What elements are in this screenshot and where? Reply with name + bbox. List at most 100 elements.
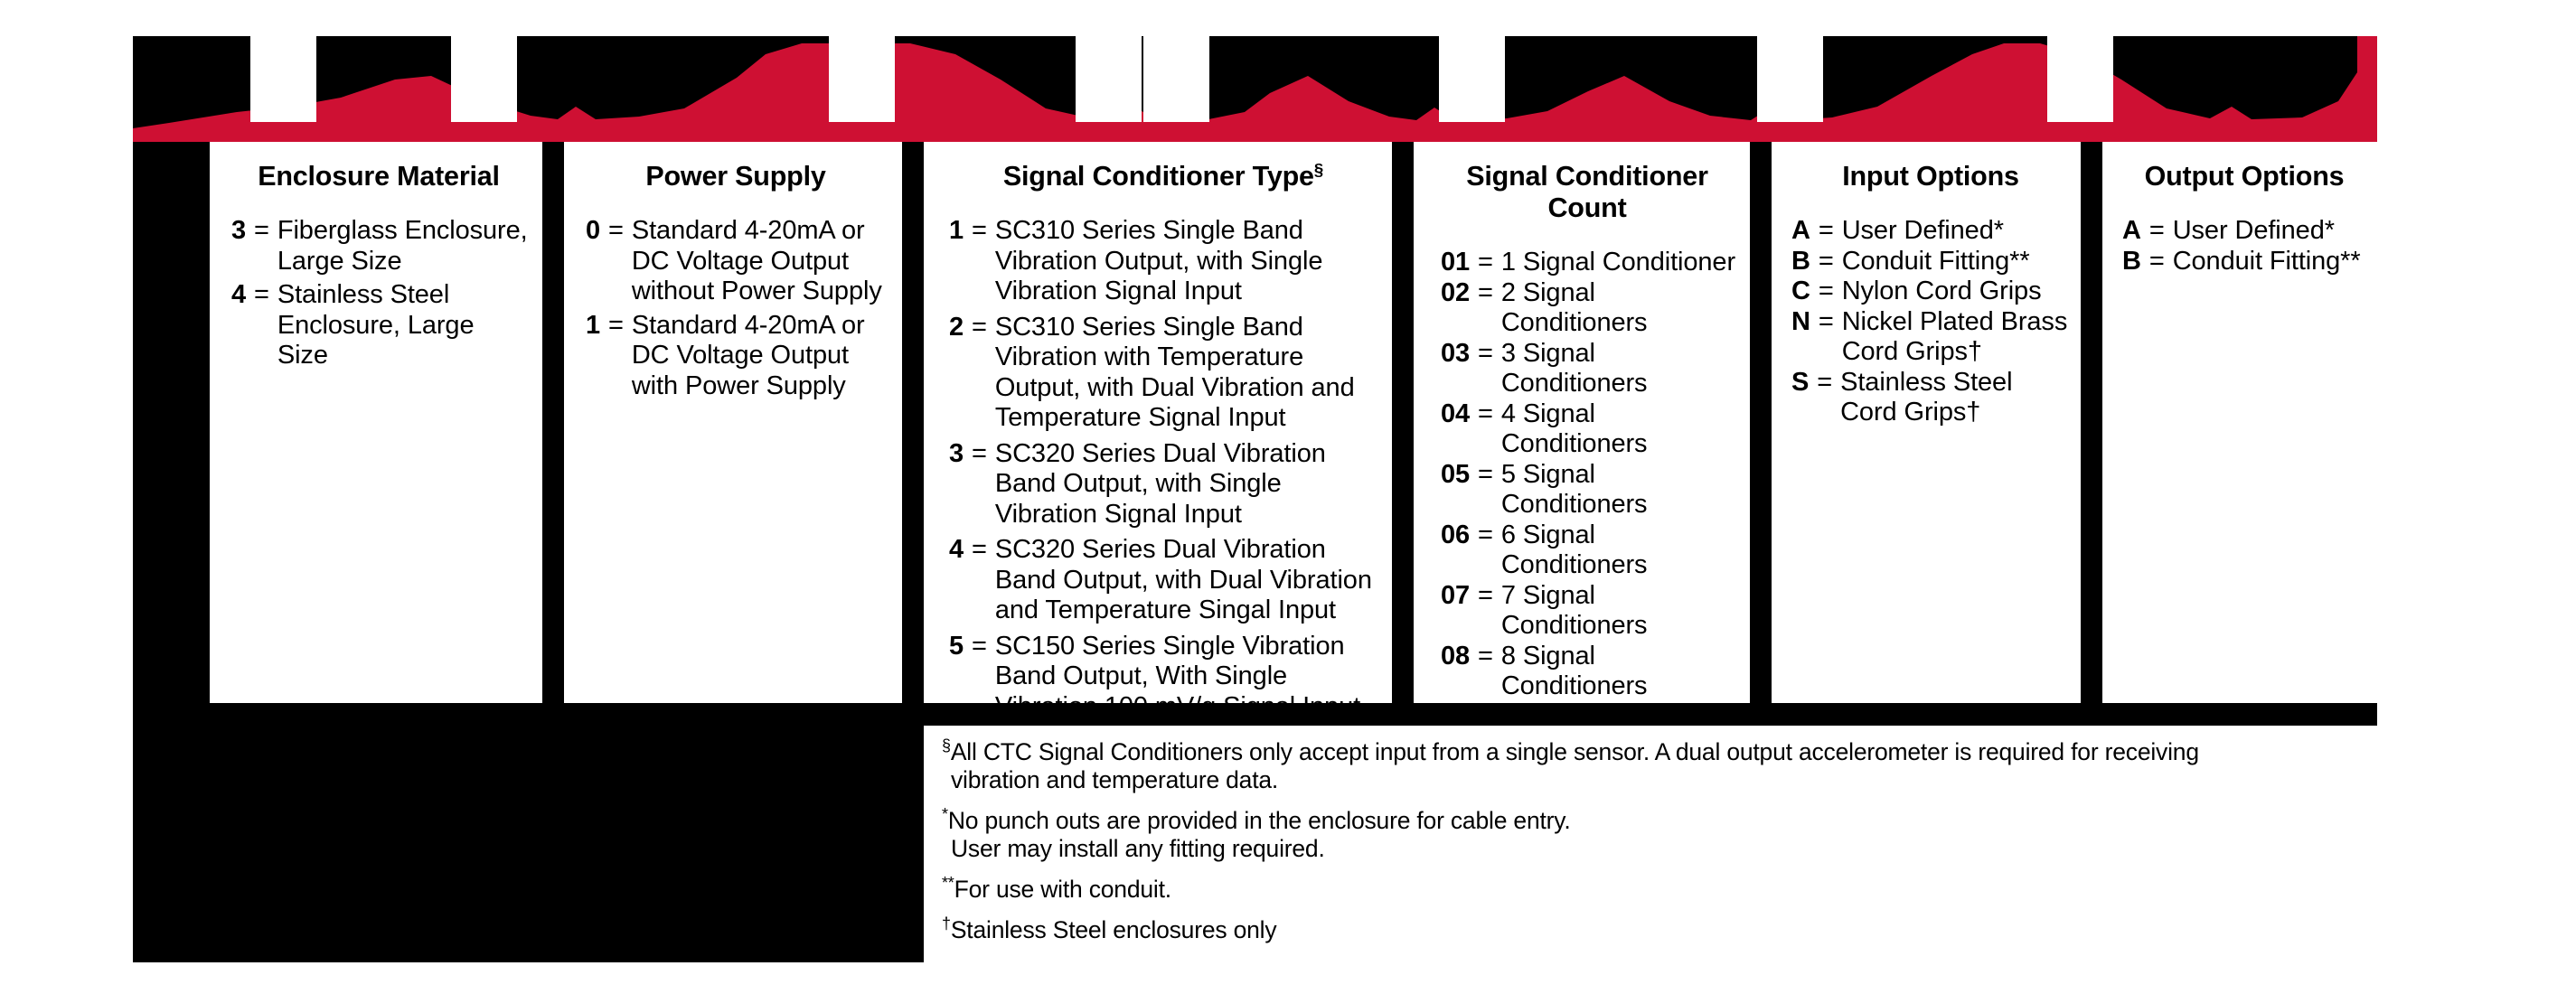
option-equals: = (608, 310, 624, 340)
option-code: 1 (948, 216, 964, 245)
option-row[interactable]: 06 = 6 Signal Conditioners (1434, 520, 1741, 581)
footnote-marker: * (942, 805, 948, 824)
option-text: Stainless Steel Cord Grips† (1840, 367, 2013, 427)
option-equals: = (972, 216, 987, 245)
option-code: 3 (230, 216, 246, 245)
option-text: 1 Signal Conditioner (1500, 248, 1736, 277)
option-row[interactable]: 5 = SC150 Series Single Vibration Band O… (947, 632, 1379, 723)
footnote-item: *No punch outs are provided in the enclo… (942, 805, 2359, 863)
option-row[interactable]: 02 = 2 Signal Conditioners (1434, 278, 1741, 339)
option-equals: = (1478, 277, 1493, 307)
option-text: 6 Signal Conditioners (1500, 520, 1648, 580)
option-code: 1 (585, 310, 600, 340)
option-code: 5 (948, 631, 964, 661)
option-code: A (1791, 216, 1810, 245)
option-text: 2 Signal Conditioners (1500, 277, 1648, 338)
option-equals: = (1478, 580, 1493, 610)
option-code: A (2122, 216, 2141, 245)
option-row[interactable]: 2 = SC310 Series Single Band Vibration w… (947, 313, 1379, 434)
column-body-signal-conditioner-count: 01 = 1 Signal Conditioner 02 = 2 Signal … (1434, 224, 1741, 702)
column-title-signal-conditioner-count: Signal Conditioner Count (1466, 161, 1708, 223)
footnote-line-2: vibration and temperature data. (951, 766, 1279, 793)
footnote-marker: ** (942, 874, 954, 893)
option-row[interactable]: 04 = 4 Signal Conditioners (1434, 399, 1741, 460)
option-row[interactable]: 4 = Stainless Steel Enclosure, Large Siz… (230, 280, 528, 371)
option-equals: = (1478, 520, 1493, 549)
option-text: SC320 Series Dual Vibration Band Output,… (994, 535, 1372, 624)
option-equals: = (1818, 246, 1834, 276)
footnote-marker-section: § (1313, 160, 1324, 180)
option-equals: = (254, 280, 269, 309)
option-code: B (2122, 246, 2141, 276)
option-text: 8 Signal Conditioners (1500, 641, 1648, 701)
column-body-enclosure-material: 3 = Fiberglass Enclosure, Large Size 4 =… (230, 192, 528, 371)
option-text: 7 Signal Conditioners (1500, 580, 1648, 641)
option-row[interactable]: 3 = Fiberglass Enclosure, Large Size (230, 216, 528, 277)
column-power-supply: Power Supply 0 = Standard 4-20mA or DC V… (564, 142, 902, 703)
option-code: 07 (1440, 580, 1470, 610)
option-code: 4 (948, 535, 964, 564)
option-text: 3 Signal Conditioners (1500, 338, 1648, 399)
option-text: User Defined* (1841, 216, 2004, 245)
column-body-input-options: A = User Defined* B = Conduit Fitting** … (1791, 192, 2070, 428)
option-text: 5 Signal Conditioners (1500, 459, 1648, 520)
option-row[interactable]: 05 = 5 Signal Conditioners (1434, 460, 1741, 520)
option-row[interactable]: B = Conduit Fitting** (1791, 247, 2070, 277)
option-equals: = (2148, 216, 2165, 245)
option-equals: = (1818, 306, 1834, 336)
column-body-power-supply: 0 = Standard 4-20mA or DC Voltage Output… (584, 192, 888, 401)
option-equals: = (2148, 246, 2165, 276)
column-signal-conditioner-count: Signal Conditioner Count 01 = 1 Signal C… (1414, 142, 1750, 703)
option-text: SC320 Series Dual Vibration Band Output,… (994, 438, 1326, 529)
option-text: Nylon Cord Grips (1841, 277, 2042, 305)
footnotes-panel: §All CTC Signal Conditioners only accept… (924, 726, 2377, 962)
column-signal-conditioner-type: Signal Conditioner Type§ 1 = SC310 Serie… (924, 142, 1392, 721)
option-text: SC150 Series Single Vibration Band Outpu… (994, 631, 1361, 721)
column-body-output-options: A = User Defined* B = Conduit Fitting** (2122, 192, 2366, 277)
option-row[interactable]: A = User Defined* (1791, 216, 2070, 247)
option-text: Stainless Steel Enclosure, Large Size (277, 280, 475, 370)
option-text: SC310 Series Single Band Vibration with … (994, 312, 1355, 433)
option-text: Standard 4-20mA or DC Voltage Output wit… (631, 216, 882, 305)
option-code: 03 (1440, 338, 1470, 368)
option-text: User Defined* (2172, 216, 2335, 245)
option-text: Conduit Fitting** (2172, 246, 2361, 276)
option-row[interactable]: 01 = 1 Signal Conditioner (1434, 248, 1741, 278)
option-row[interactable]: 07 = 7 Signal Conditioners (1434, 581, 1741, 642)
column-body-signal-conditioner-type: 1 = SC310 Series Single Band Vibration O… (947, 192, 1379, 722)
option-row[interactable]: 08 = 8 Signal Conditioners (1434, 642, 1741, 702)
footnote-item: **For use with conduit. (942, 874, 2359, 904)
option-code: B (1791, 246, 1810, 276)
option-text: Nickel Plated Brass Cord Grips† (1841, 306, 2068, 367)
option-equals: = (972, 631, 987, 661)
option-code: 01 (1440, 248, 1470, 277)
footnote-marker: † (942, 914, 951, 933)
option-code: 04 (1440, 399, 1470, 428)
option-equals: = (1818, 216, 1834, 245)
option-row[interactable]: 03 = 3 Signal Conditioners (1434, 339, 1741, 399)
option-code: 4 (230, 280, 246, 309)
option-row[interactable]: S = Stainless Steel Cord Grips† (1791, 368, 2070, 428)
option-row[interactable]: 1 = SC310 Series Single Band Vibration O… (947, 216, 1379, 307)
option-row[interactable]: 0 = Standard 4-20mA or DC Voltage Output… (584, 216, 888, 307)
option-text: Standard 4-20mA or DC Voltage Output wit… (631, 310, 865, 400)
option-row[interactable]: 4 = SC320 Series Dual Vibration Band Out… (947, 535, 1379, 626)
option-row[interactable]: N = Nickel Plated Brass Cord Grips† (1791, 307, 2070, 368)
option-row[interactable]: A = User Defined* (2122, 216, 2366, 247)
option-code: N (1791, 306, 1810, 336)
option-row[interactable]: B = Conduit Fitting** (2122, 247, 2366, 277)
column-title-power-supply: Power Supply (645, 161, 826, 192)
option-equals: = (1478, 248, 1493, 277)
option-text: 4 Signal Conditioners (1500, 399, 1648, 459)
option-equals: = (1478, 338, 1493, 368)
part-number-builder-diagram: Enclosure Material 3 = Fiberglass Enclos… (0, 0, 2576, 994)
option-row[interactable]: 1 = Standard 4-20mA or DC Voltage Output… (584, 311, 888, 402)
option-equals: = (1817, 367, 1833, 397)
column-title-input-options: Input Options (1842, 161, 2019, 192)
footnote-line-1: No punch outs are provided in the enclos… (947, 807, 1571, 834)
option-code: 08 (1440, 641, 1470, 670)
column-output-options: Output Options A = User Defined* B = Con… (2102, 142, 2377, 703)
option-row[interactable]: C = Nylon Cord Grips (1791, 277, 2070, 307)
option-row[interactable]: 3 = SC320 Series Dual Vibration Band Out… (947, 439, 1379, 530)
column-title-text: Signal Conditioner Type (1002, 161, 1314, 192)
